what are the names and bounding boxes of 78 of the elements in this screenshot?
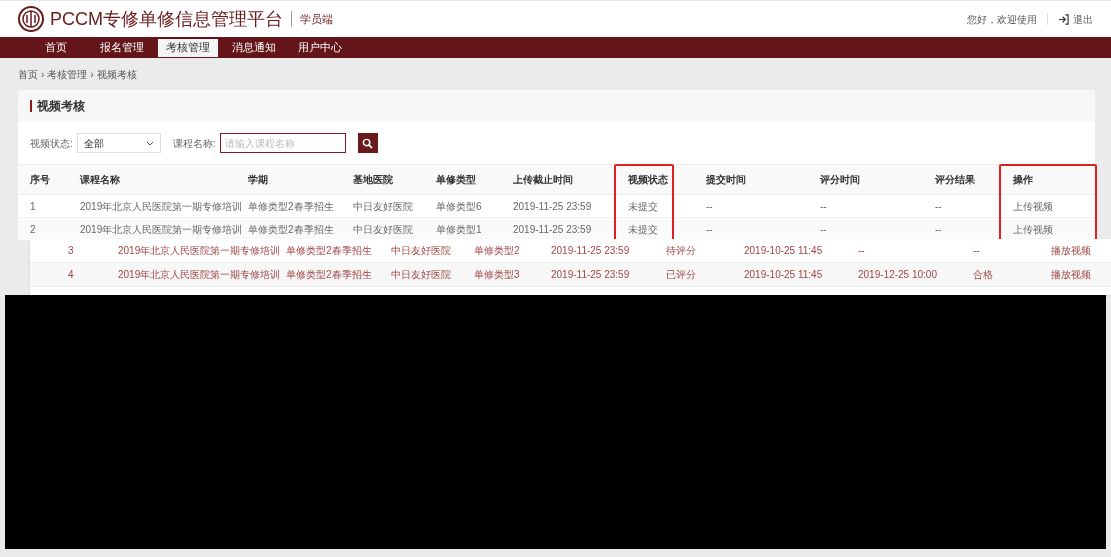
search-icon xyxy=(362,137,374,149)
status-label: 视频状态: xyxy=(30,136,73,151)
hospital-cell-text: 中日友好医院 xyxy=(353,199,413,214)
deadline-cell-text: 2019-11-25 23:59 xyxy=(551,244,630,258)
column-header: 视频状态 xyxy=(628,174,668,185)
status-cell-text: 未提交 xyxy=(628,222,658,237)
hospital-cell-text: 中日友好医院 xyxy=(391,268,451,282)
logout-button[interactable]: 退出 xyxy=(1058,11,1093,27)
column-header: 单修类型 xyxy=(436,174,476,185)
app-title: PCCM专修单修信息管理平台 xyxy=(50,7,283,31)
score-time-cell-text: -- xyxy=(820,199,827,214)
nav-tab[interactable]: 消息通知 xyxy=(224,38,284,57)
status-cell-text: 已评分 xyxy=(666,268,696,282)
app-subtitle: 学员端 xyxy=(300,11,333,27)
term-cell-text: 单修类型2春季招生 xyxy=(248,222,334,237)
hospital-cell-text: 中日友好医院 xyxy=(353,222,413,237)
action-link[interactable]: 上传视频 xyxy=(1013,198,1053,214)
status-cell-text: 待评分 xyxy=(666,244,696,258)
term-cell-text: 单修类型2春季招生 xyxy=(286,244,372,258)
course-name-field[interactable]: 请输入课程名称 xyxy=(219,133,346,153)
index-cell-text: 4 xyxy=(68,268,74,282)
action-link[interactable]: 上传视频 xyxy=(1013,221,1053,237)
course-name-cell-text: 2019年北京人民医院第一期专修培训 xyxy=(80,222,243,237)
status-cell-text: 未提交 xyxy=(628,199,658,214)
logo-icon xyxy=(18,6,44,32)
deadline-cell-text: 2019-11-25 23:59 xyxy=(551,268,630,282)
hospital-cell-text: 中日友好医院 xyxy=(391,244,451,258)
deadline-cell-text: 2019-11-25 23:59 xyxy=(513,222,592,237)
column-header: 评分结果 xyxy=(935,174,975,185)
column-header: 基地医院 xyxy=(353,174,393,185)
deadline-cell-text: 2019-11-25 23:59 xyxy=(513,199,592,214)
index-cell-text: 3 xyxy=(68,244,74,258)
breadcrumb-link[interactable]: 首页 xyxy=(18,66,38,82)
column-header: 评分时间 xyxy=(820,174,860,185)
search-button[interactable] xyxy=(357,133,378,153)
column-header: 提交时间 xyxy=(706,174,746,185)
term-cell-text: 单修类型2春季招生 xyxy=(286,268,372,282)
score-time-cell-text: 2019-12-25 10:00 xyxy=(858,268,937,282)
result-cell-text: -- xyxy=(935,222,942,237)
course-name-cell-text: 2019年北京人民医院第一期专修培训 xyxy=(118,268,281,282)
submit-time-cell-text: 2019-10-25 11:45 xyxy=(744,268,823,282)
result-cell-text: -- xyxy=(973,244,980,258)
index-cell-text: 1 xyxy=(30,199,36,214)
column-header: 上传截止时间 xyxy=(513,174,573,185)
sign-in-arrow-icon xyxy=(1058,13,1069,25)
status-dropdown[interactable]: 全部 xyxy=(76,133,161,153)
column-header: 操作 xyxy=(1013,174,1033,185)
course-name-cell-text: 2019年北京人民医院第一期专修培训 xyxy=(118,244,281,258)
index-cell-text: 2 xyxy=(30,222,36,237)
type-cell-text: 单修类型3 xyxy=(474,268,520,282)
panel-title: 视频考核 xyxy=(30,100,85,112)
column-header: 课程名称 xyxy=(80,174,120,185)
breadcrumb-separator: › xyxy=(41,67,45,82)
result-cell-text: 合格 xyxy=(973,268,993,282)
type-cell-text: 单修类型6 xyxy=(436,199,482,214)
column-header: 学期 xyxy=(248,174,268,185)
column-header: 序号 xyxy=(30,174,50,185)
submit-time-cell-text: -- xyxy=(706,199,713,214)
term-cell-text: 单修类型2春季招生 xyxy=(248,199,334,214)
nav-tab[interactable]: 用户中心 xyxy=(290,38,350,57)
action-link[interactable]: 播放视频 xyxy=(1051,243,1091,258)
result-cell-text: -- xyxy=(935,199,942,214)
nav-tab[interactable]: 考核管理 xyxy=(158,38,218,57)
score-time-cell-text: -- xyxy=(858,244,865,258)
type-cell-text: 单修类型2 xyxy=(474,244,520,258)
course-name-cell-text: 2019年北京人民医院第一期专修培训 xyxy=(80,199,243,214)
type-cell-text: 单修类型1 xyxy=(436,222,482,237)
nav-tab[interactable]: 首页 xyxy=(26,38,86,57)
greeting-text: 您好，欢迎使用 xyxy=(967,12,1037,27)
course-name-label: 课程名称: xyxy=(172,136,216,151)
submit-time-cell-text: -- xyxy=(706,222,713,237)
score-time-cell-text: -- xyxy=(820,222,827,237)
chevron-down-icon xyxy=(145,140,154,146)
action-link[interactable]: 播放视频 xyxy=(1051,267,1091,282)
submit-time-cell-text: 2019-10-25 11:45 xyxy=(744,244,823,258)
nav-tab[interactable]: 报名管理 xyxy=(92,38,152,57)
breadcrumb-link[interactable]: 考核管理 xyxy=(47,66,88,82)
breadcrumb-separator: › xyxy=(90,67,94,82)
